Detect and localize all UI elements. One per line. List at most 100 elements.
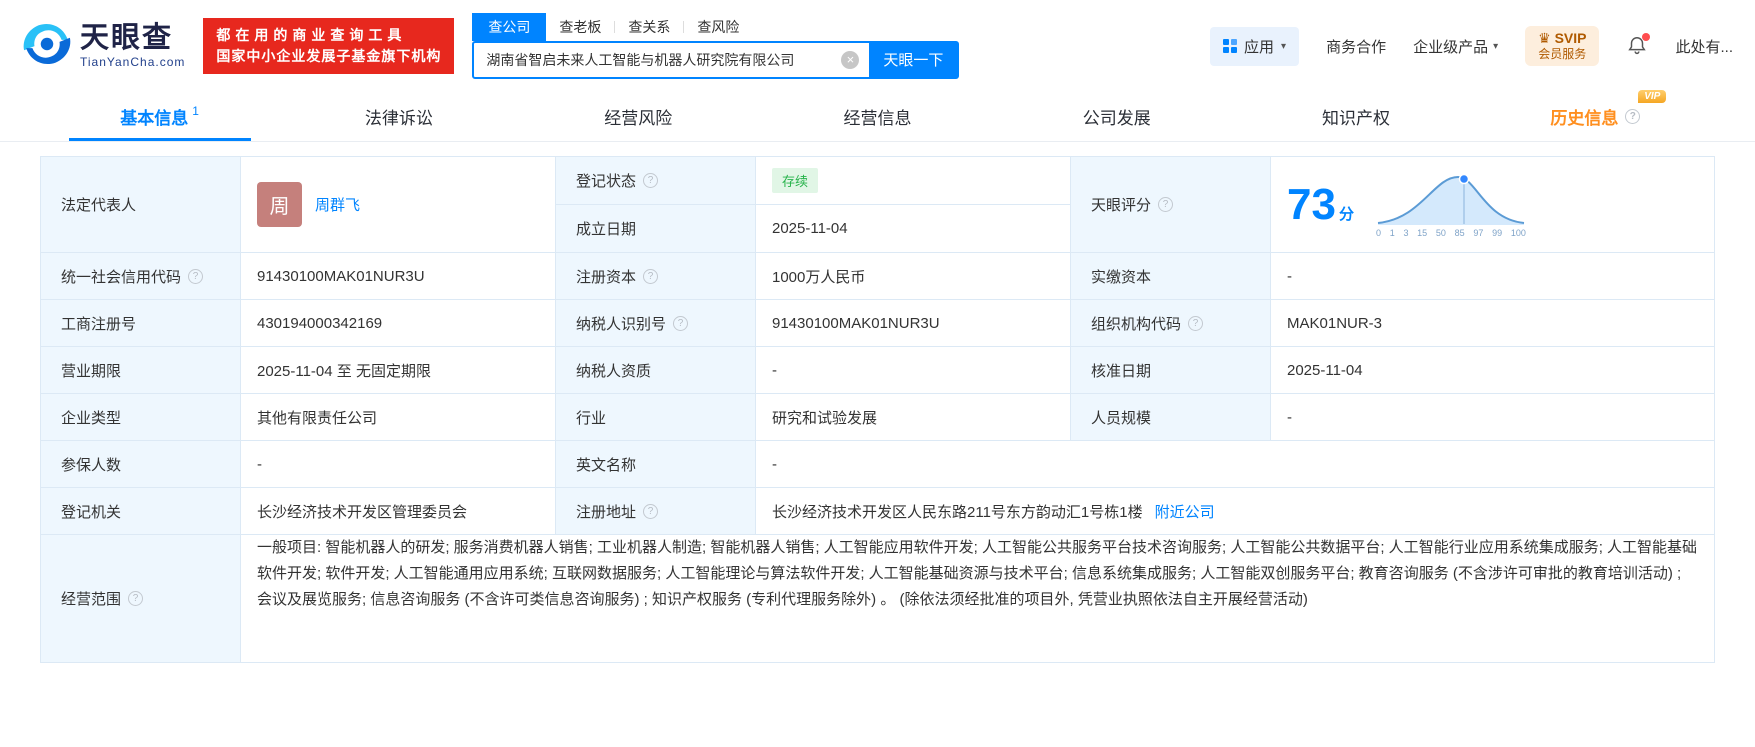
- score-axis-labels: 0 1 3 15 50 85 97 99 100: [1375, 228, 1526, 238]
- value-business-scope: 一般项目: 智能机器人的研发; 服务消费机器人销售; 工业机器人制造; 智能机器…: [241, 535, 1715, 663]
- search-tab-risk[interactable]: 查风险: [684, 15, 752, 39]
- tab-legal-proceedings[interactable]: 法律诉讼: [279, 92, 518, 141]
- notification-bell-icon[interactable]: [1626, 33, 1651, 57]
- value-legal-representative: 周 周群飞: [241, 157, 556, 253]
- logo-subtitle: TianYanCha.com: [80, 54, 186, 69]
- apps-grid-icon: [1223, 39, 1238, 53]
- status-badge: 存续: [772, 168, 819, 193]
- search-box: × 天眼一下: [472, 40, 960, 79]
- label-staff-size: 人员规模: [1071, 394, 1271, 441]
- notification-dot: [1642, 33, 1651, 41]
- logo-title: 天眼查: [80, 22, 174, 55]
- clear-icon[interactable]: ×: [841, 50, 860, 69]
- label-insured-count: 参保人数: [41, 441, 241, 488]
- search-button[interactable]: 天眼一下: [869, 42, 958, 77]
- promo-banner-line2: 国家中小企业发展子基金旗下机构: [216, 48, 442, 64]
- label-registration-status: 登记状态 ?: [556, 157, 756, 205]
- basic-info-count-badge: 1: [192, 103, 199, 118]
- label-business-scope: 经营范围 ?: [41, 535, 241, 663]
- basic-info-table: 法定代表人 周 周群飞 登记状态 ? 存续 成立日期 2025-11-04 天眼…: [40, 156, 1715, 663]
- score-distribution-chart: 0 1 3 15 50 85 97 99 100: [1376, 171, 1526, 238]
- address-text: 长沙经济技术开发区人民东路211号东方韵动汇1号栋1楼: [772, 503, 1143, 521]
- legal-rep-avatar[interactable]: 周: [257, 182, 302, 227]
- label-approval-date: 核准日期: [1071, 347, 1271, 394]
- info-icon[interactable]: ?: [188, 268, 204, 284]
- promo-banner: 都在用的商业查询工具 国家中小企业发展子基金旗下机构: [203, 18, 455, 74]
- label-registration-authority: 登记机关: [41, 488, 241, 535]
- value-business-term: 2025-11-04 至 无固定期限: [241, 347, 556, 394]
- label-registered-address: 注册地址 ?: [556, 488, 756, 535]
- tab-operating-risk[interactable]: 经营风险: [519, 92, 758, 141]
- value-staff-size: -: [1271, 394, 1715, 441]
- header: 天眼查 TianYanCha.com 都在用的商业查询工具 国家中小企业发展子基…: [0, 0, 1755, 92]
- tab-basic-info[interactable]: 基本信息 1: [40, 92, 279, 141]
- tab-intellectual-property[interactable]: 知识产权: [1236, 92, 1475, 141]
- info-icon[interactable]: ?: [643, 173, 659, 188]
- tab-operating-info[interactable]: 经营信息: [758, 92, 997, 141]
- label-registered-capital: 注册资本 ?: [556, 253, 756, 300]
- svip-label: ♛ SVIP: [1538, 29, 1587, 46]
- search-input[interactable]: [474, 42, 842, 77]
- enterprise-products-label: 企业级产品: [1413, 38, 1489, 56]
- value-english-name: -: [756, 441, 1715, 488]
- value-taxpayer-id: 91430100MAK01NUR3U: [756, 300, 1071, 347]
- crown-icon: ♛: [1538, 29, 1551, 46]
- search-area: 查公司 查老板 查关系 查风险 × 天眼一下: [472, 13, 960, 79]
- info-icon[interactable]: ?: [1158, 197, 1174, 212]
- info-icon[interactable]: ?: [1188, 315, 1204, 331]
- tab-history-info[interactable]: 历史信息 VIP ?: [1476, 90, 1715, 141]
- user-area-text[interactable]: 此处有...: [1675, 36, 1733, 57]
- label-business-term: 营业期限: [41, 347, 241, 394]
- label-english-name: 英文名称: [556, 441, 756, 488]
- search-tab-boss[interactable]: 查老板: [546, 15, 614, 39]
- label-tianyan-score: 天眼评分 ?: [1071, 157, 1271, 253]
- chevron-down-icon: ▾: [1281, 40, 1287, 52]
- info-icon[interactable]: ?: [643, 268, 659, 284]
- promo-banner-line1: 都在用的商业查询工具: [216, 27, 407, 43]
- value-company-type: 其他有限责任公司: [241, 394, 556, 441]
- value-approval-date: 2025-11-04: [1271, 347, 1715, 394]
- score-number: 73 分: [1287, 179, 1354, 229]
- value-taxpayer-qualification: -: [756, 347, 1071, 394]
- value-registered-capital: 1000万人民币: [756, 253, 1071, 300]
- value-credit-code: 91430100MAK01NUR3U: [241, 253, 556, 300]
- label-company-type: 企业类型: [41, 394, 241, 441]
- legal-rep-name-link[interactable]: 周群飞: [315, 194, 360, 215]
- chevron-down-icon: ▾: [1493, 40, 1499, 52]
- label-taxpayer-qualification: 纳税人资质: [556, 347, 756, 394]
- nearby-companies-link[interactable]: 附近公司: [1155, 501, 1215, 522]
- vip-badge: VIP: [1638, 90, 1667, 103]
- enterprise-products-link[interactable]: 企业级产品 ▾: [1413, 36, 1498, 57]
- value-tianyan-score: 73 分 0 1 3 15 50 85 97 99 100: [1271, 157, 1715, 253]
- label-industry: 行业: [556, 394, 756, 441]
- value-establish-date: 2025-11-04: [756, 205, 1071, 253]
- label-credit-code: 统一社会信用代码 ?: [41, 253, 241, 300]
- svip-sublabel: 会员服务: [1538, 47, 1587, 62]
- apps-label: 应用: [1244, 38, 1275, 56]
- value-registered-address: 长沙经济技术开发区人民东路211号东方韵动汇1号栋1楼 附近公司: [756, 488, 1715, 535]
- label-legal-representative: 法定代表人: [41, 157, 241, 253]
- tianyancha-logo-icon: [22, 19, 72, 74]
- label-taxpayer-id: 纳税人识别号 ?: [556, 300, 756, 347]
- info-icon[interactable]: ?: [643, 503, 659, 519]
- apps-button[interactable]: 应用 ▾: [1210, 26, 1300, 66]
- value-registration-authority: 长沙经济技术开发区管理委员会: [241, 488, 556, 535]
- section-nav: 基本信息 1 法律诉讼 经营风险 经营信息 公司发展 知识产权 历史信息 VIP…: [0, 90, 1755, 142]
- value-organization-code: MAK01NUR-3: [1271, 300, 1715, 347]
- info-icon[interactable]: ?: [128, 591, 144, 606]
- business-cooperation-link[interactable]: 商务合作: [1326, 36, 1386, 57]
- logo[interactable]: 天眼查 TianYanCha.com: [22, 19, 185, 74]
- value-registration-number: 430194000342169: [241, 300, 556, 347]
- value-industry: 研究和试验发展: [756, 394, 1071, 441]
- value-registration-status: 存续: [756, 157, 1071, 205]
- label-paid-capital: 实缴资本: [1071, 253, 1271, 300]
- search-tab-company[interactable]: 查公司: [472, 13, 547, 41]
- label-registration-number: 工商注册号: [41, 300, 241, 347]
- value-insured-count: -: [241, 441, 556, 488]
- info-icon[interactable]: ?: [673, 315, 689, 331]
- tab-company-development[interactable]: 公司发展: [997, 92, 1236, 141]
- search-tabs: 查公司 查老板 查关系 查风险: [472, 13, 959, 41]
- info-icon[interactable]: ?: [1625, 109, 1641, 124]
- search-tab-relation[interactable]: 查关系: [615, 15, 683, 39]
- svip-membership-button[interactable]: ♛ SVIP 会员服务: [1525, 25, 1600, 67]
